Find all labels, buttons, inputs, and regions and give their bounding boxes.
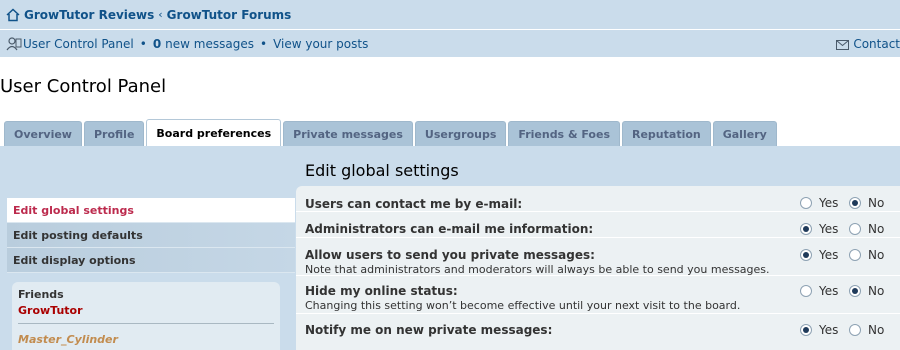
- radio-no-option[interactable]: No: [849, 284, 884, 298]
- radio-yes[interactable]: [800, 249, 812, 261]
- radio-yes[interactable]: [800, 324, 812, 336]
- radio-yes-option[interactable]: Yes: [800, 222, 838, 236]
- radio-yes-label: Yes: [819, 248, 839, 262]
- radio-no[interactable]: [849, 223, 861, 235]
- radio-yes-label: Yes: [819, 196, 839, 210]
- setting-row: Hide my online status: Changing this set…: [296, 276, 900, 314]
- radio-no-option[interactable]: No: [849, 323, 884, 337]
- radio-yes-label: Yes: [819, 284, 839, 298]
- radio-no-label: No: [868, 323, 885, 337]
- radio-yes[interactable]: [800, 197, 812, 209]
- setting-note: Note that administrators and moderators …: [305, 263, 770, 276]
- setting-row: Allow users to send you private messages…: [296, 238, 900, 276]
- radio-no-label: No: [868, 196, 885, 210]
- setting-label: Hide my online status:: [305, 284, 458, 298]
- new-messages-label: new messages: [165, 36, 254, 51]
- ucp-label: User Control Panel: [23, 36, 134, 51]
- tab-friends-foes[interactable]: Friends & Foes: [508, 121, 620, 146]
- ucp-tabs: Overview Profile Board preferences Priva…: [4, 119, 779, 146]
- breadcrumb-home-link[interactable]: GrowTutor Reviews: [24, 8, 154, 22]
- tab-private-messages[interactable]: Private messages: [283, 121, 413, 146]
- radio-no-label: No: [868, 222, 885, 236]
- ucp-panel: Edit global settings Edit global setting…: [0, 146, 900, 350]
- radio-yes-label: Yes: [819, 222, 839, 236]
- tab-gallery[interactable]: Gallery: [712, 121, 777, 146]
- breadcrumb-bar: GrowTutor Reviews ‹ GrowTutor Forums: [0, 0, 900, 29]
- home-icon[interactable]: [6, 7, 20, 22]
- radio-no-option[interactable]: No: [849, 248, 884, 262]
- radio-no[interactable]: [849, 197, 861, 209]
- setting-label: Users can contact me by e-mail:: [305, 197, 523, 211]
- radio-no[interactable]: [849, 285, 861, 297]
- bullet-separator: •: [139, 36, 147, 51]
- contact-link[interactable]: Contact: [836, 30, 900, 58]
- radio-no-label: No: [868, 284, 885, 298]
- tab-profile[interactable]: Profile: [83, 121, 145, 146]
- setting-row: Administrators can e-mail me information…: [296, 212, 900, 238]
- tab-overview[interactable]: Overview: [4, 121, 82, 146]
- section-title: Edit global settings: [305, 161, 459, 180]
- new-messages-count: 0: [152, 36, 162, 51]
- new-messages-link[interactable]: 0 new messages: [153, 37, 254, 51]
- side-item-edit-display-options[interactable]: Edit display options: [7, 248, 295, 273]
- view-posts-link[interactable]: View your posts: [273, 37, 368, 51]
- setting-label: Notify me on new private messages:: [305, 323, 553, 337]
- settings-form: Users can contact me by e-mail: Yes No A…: [296, 186, 900, 350]
- side-item-edit-posting-defaults[interactable]: Edit posting defaults: [7, 223, 295, 248]
- page-title: User Control Panel: [0, 76, 167, 97]
- radio-no-option[interactable]: No: [849, 196, 884, 210]
- radio-yes[interactable]: [800, 285, 812, 297]
- friends-header: Friends: [18, 288, 64, 301]
- setting-label: Administrators can e-mail me information…: [305, 222, 594, 236]
- friends-box: Friends GrowTutor Master_Cylinder: [12, 282, 280, 350]
- setting-label: Allow users to send you private messages…: [305, 248, 595, 262]
- tab-usergroups[interactable]: Usergroups: [414, 121, 507, 146]
- radio-no[interactable]: [849, 249, 861, 261]
- tab-reputation[interactable]: Reputation: [622, 121, 711, 146]
- setting-row: Users can contact me by e-mail: Yes No: [296, 186, 900, 212]
- user-icon: [6, 36, 22, 51]
- tab-board-preferences[interactable]: Board preferences: [146, 119, 282, 146]
- radio-yes-option[interactable]: Yes: [800, 284, 838, 298]
- radio-no[interactable]: [849, 324, 861, 336]
- radio-yes-option[interactable]: Yes: [800, 323, 838, 337]
- setting-row: Notify me on new private messages: Yes N…: [296, 314, 900, 350]
- side-item-edit-global-settings[interactable]: Edit global settings: [7, 198, 295, 223]
- breadcrumb-forums-link[interactable]: GrowTutor Forums: [167, 8, 292, 22]
- envelope-icon: [836, 39, 850, 50]
- side-menu: Edit global settings Edit posting defaul…: [7, 198, 295, 273]
- radio-yes[interactable]: [800, 223, 812, 235]
- radio-no-option[interactable]: No: [849, 222, 884, 236]
- breadcrumb-separator: ‹: [158, 8, 163, 21]
- bullet-separator: •: [259, 36, 268, 51]
- user-navbar: User Control Panel • 0 new messages • Vi…: [0, 29, 900, 57]
- radio-yes-option[interactable]: Yes: [800, 196, 838, 210]
- contact-label: Contact: [853, 37, 900, 51]
- ucp-link[interactable]: User Control Panel: [6, 37, 134, 51]
- radio-no-label: No: [868, 248, 885, 262]
- friend-offline-link[interactable]: Master_Cylinder: [18, 333, 274, 346]
- friend-online-link[interactable]: GrowTutor: [18, 304, 274, 324]
- radio-yes-label: Yes: [819, 323, 839, 337]
- setting-note: Changing this setting won’t become effec…: [305, 299, 741, 312]
- radio-yes-option[interactable]: Yes: [800, 248, 838, 262]
